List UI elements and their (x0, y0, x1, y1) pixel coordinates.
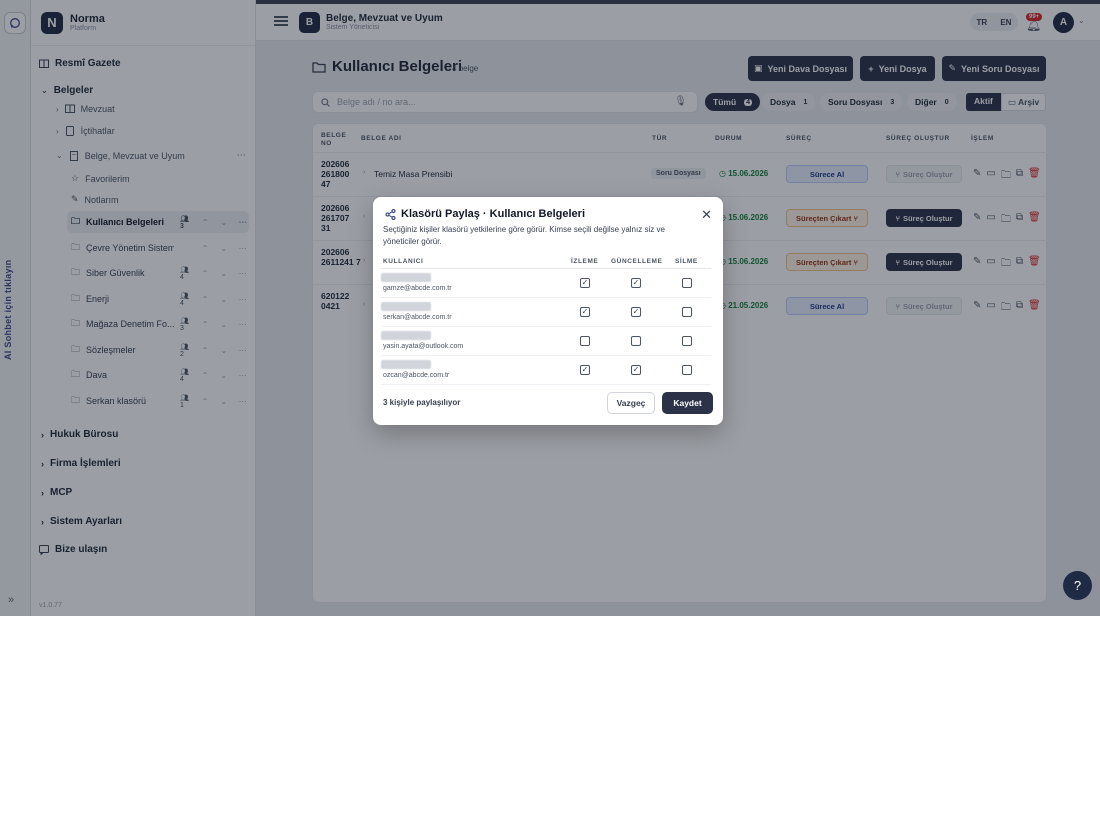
help-icon: ? (1073, 578, 1082, 593)
user-email: yasin.ayata@outlook.com (383, 343, 464, 350)
view-checkbox[interactable]: ✓ (580, 365, 590, 375)
redacted-user-name (381, 302, 431, 311)
share-icon (385, 208, 396, 220)
dialog-description: Seçtiğiniz kişiler klasörü yetkilerine g… (383, 225, 665, 246)
col-header-view: İZLEME (571, 258, 599, 265)
redacted-user-name (381, 360, 431, 369)
user-email: gamze@abcde.com.tr (383, 285, 452, 292)
col-header-delete: SİLME (675, 258, 698, 265)
user-email: serkan@abcde.com.tr (383, 314, 452, 321)
help-button[interactable]: ? (1063, 571, 1092, 600)
view-checkbox[interactable]: ✓ (580, 278, 590, 288)
delete-checkbox[interactable] (682, 336, 692, 346)
save-button[interactable]: Kaydet (662, 392, 713, 414)
share-user-row: gamze@abcde.com.tr ✓ ✓ (381, 269, 711, 298)
delete-checkbox[interactable] (682, 278, 692, 288)
share-folder-dialog: Klasörü Paylaş · Kullanıcı Belgeleri ✕ S… (373, 197, 723, 425)
share-user-row: ozcan@abcde.com.tr ✓ ✓ (381, 356, 711, 385)
share-user-row: serkan@abcde.com.tr ✓ ✓ (381, 298, 711, 327)
redacted-user-name (381, 273, 431, 282)
update-checkbox[interactable]: ✓ (631, 278, 641, 288)
update-checkbox[interactable]: ✓ (631, 307, 641, 317)
col-header-user: KULLANICI (383, 258, 424, 265)
view-checkbox[interactable]: ✓ (580, 307, 590, 317)
delete-checkbox[interactable] (682, 365, 692, 375)
app-window: AI Sohbet için tıklayın » N Norma Platfo… (0, 0, 1100, 616)
cancel-button[interactable]: Vazgeç (607, 392, 655, 414)
close-icon[interactable]: ✕ (701, 207, 712, 223)
share-user-row: yasin.ayata@outlook.com (381, 327, 711, 356)
delete-checkbox[interactable] (682, 307, 692, 317)
share-summary: 3 kişiyle paylaşılıyor (383, 398, 461, 407)
dialog-title: Klasörü Paylaş · Kullanıcı Belgeleri (385, 208, 585, 220)
dialog-title-text: Klasörü Paylaş · Kullanıcı Belgeleri (401, 208, 586, 220)
redacted-user-name (381, 331, 431, 340)
update-checkbox[interactable]: ✓ (631, 365, 641, 375)
view-checkbox[interactable] (580, 336, 590, 346)
update-checkbox[interactable] (631, 336, 641, 346)
col-header-update: GÜNCELLEME (611, 258, 663, 265)
user-email: ozcan@abcde.com.tr (383, 372, 450, 379)
